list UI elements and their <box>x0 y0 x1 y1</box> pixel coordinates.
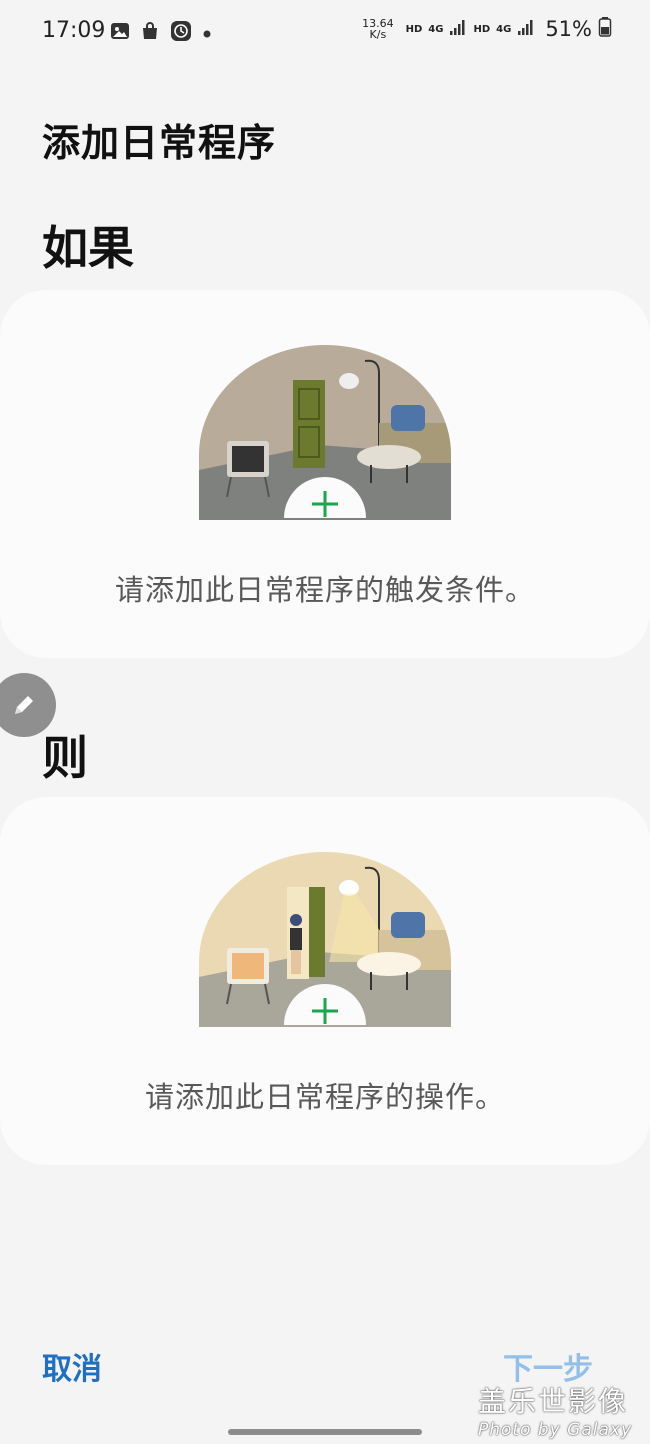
photo-watermark: 盖乐世影像 Photo by Galaxy <box>478 1380 632 1440</box>
gallery-icon <box>110 21 130 45</box>
if-section-label: 如果 <box>42 221 134 275</box>
notification-icons <box>110 20 212 46</box>
clock-app-icon <box>170 20 192 46</box>
add-trigger-button[interactable] <box>284 476 366 518</box>
notification-dot-icon <box>202 24 212 43</box>
signal-icon <box>449 18 467 40</box>
watermark-line1: 盖乐世影像 <box>478 1385 629 1418</box>
cancel-button[interactable]: 取消 <box>42 1344 102 1388</box>
shopping-bag-icon <box>140 21 160 45</box>
network-speed: 13.64 K/s <box>362 18 394 40</box>
plus-icon <box>284 984 366 1025</box>
plus-icon <box>284 477 366 518</box>
battery-icon <box>598 16 612 42</box>
add-action-card[interactable]: 请添加此日常程序的操作。 <box>0 797 650 1165</box>
signal-icon <box>517 18 535 40</box>
add-trigger-prompt: 请添加此日常程序的触发条件。 <box>114 573 535 607</box>
add-action-prompt: 请添加此日常程序的操作。 <box>144 1080 505 1114</box>
system-status: 13.64 K/s HD 4G HD 4G 51% <box>362 16 612 42</box>
home-indicator[interactable] <box>228 1429 422 1435</box>
sim1-hd-label: HD <box>405 23 423 35</box>
page-title: 添加日常程序 <box>42 121 277 165</box>
watermark-line2: Photo by Galaxy <box>478 1420 633 1440</box>
network-speed-unit: K/s <box>369 28 387 41</box>
sim2-network-label: 4G <box>496 23 512 35</box>
sim2-hd-label: HD <box>473 23 491 35</box>
status-bar: 17:09 13.64 K/s HD 4G HD 4G 51% <box>0 0 650 66</box>
add-action-button[interactable] <box>284 983 366 1025</box>
pencil-icon <box>15 696 33 714</box>
sim1-network-label: 4G <box>428 23 444 35</box>
then-section-label: 则 <box>42 731 88 785</box>
status-time: 17:09 <box>42 18 106 43</box>
battery-percent: 51% <box>545 17 592 41</box>
add-trigger-card[interactable]: 请添加此日常程序的触发条件。 <box>0 290 650 658</box>
